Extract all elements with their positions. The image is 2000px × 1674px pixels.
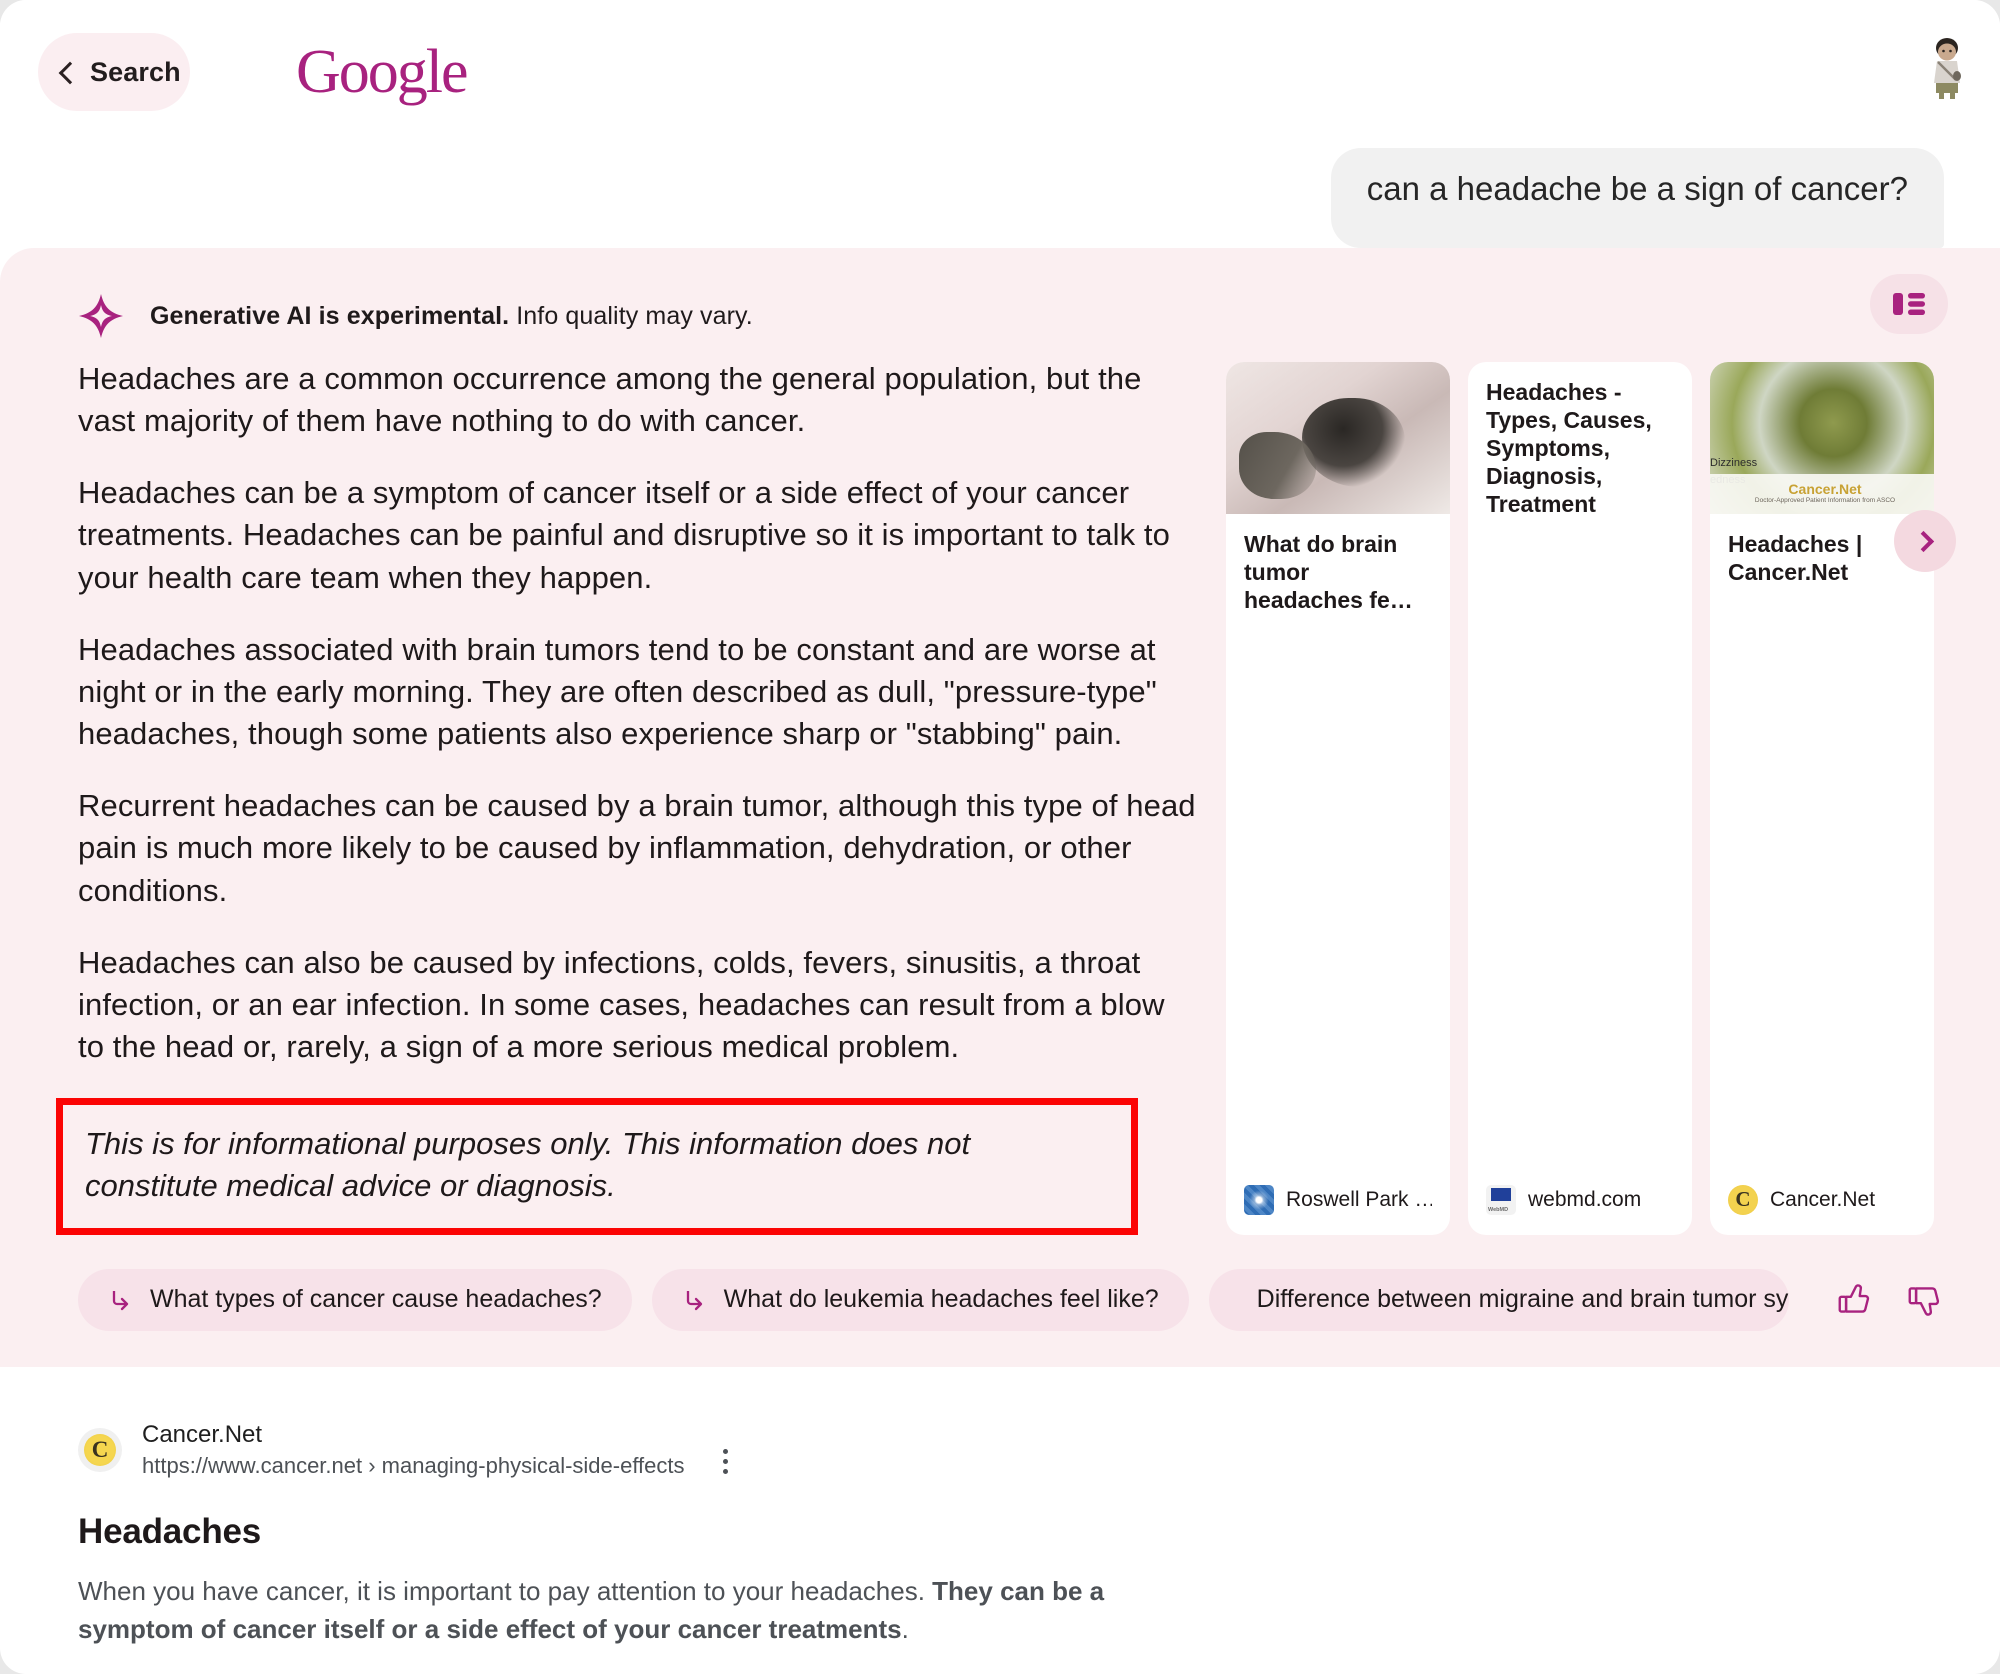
back-to-search-button[interactable]: Search	[38, 33, 190, 111]
medical-disclaimer-highlight-box: This is for informational purposes only.…	[56, 1098, 1138, 1235]
user-avatar[interactable]	[1924, 30, 1970, 100]
back-to-search-label: Search	[90, 56, 181, 87]
roswell-park-favicon-icon	[1244, 1184, 1274, 1215]
source-card-title: Headaches | Cancer.Net	[1728, 531, 1863, 586]
source-card[interactable]: What do brain tumor headaches fe… Roswel…	[1226, 362, 1450, 1235]
ai-paragraph-1: Headaches are a common occurrence among …	[78, 361, 1142, 439]
search-results-section: C Cancer.Net https://www.cancer.net › ma…	[0, 1366, 2000, 1649]
ai-note-bold: Generative AI is experimental.	[150, 301, 510, 330]
source-card[interactable]: Dizzinessedness Cancer.Net Doctor-Approv…	[1710, 362, 1934, 1235]
cancernet-favicon-icon: C	[1728, 1184, 1758, 1215]
source-card-image	[1226, 362, 1450, 514]
source-card-title: Headaches - Types, Causes, Symptoms, Dia…	[1486, 379, 1652, 518]
webmd-favicon-icon	[1486, 1184, 1516, 1215]
source-card-body: Headaches - Types, Causes, Symptoms, Dia…	[1468, 362, 1692, 1167]
source-card-site: Roswell Park …	[1286, 1187, 1432, 1211]
followup-chip-label: What do leukemia headaches feel like?	[723, 1285, 1159, 1313]
ai-experimental-note: Generative AI is experimental. Info qual…	[150, 302, 753, 331]
followup-chip[interactable]: Difference between migraine and brain tu…	[1208, 1268, 1789, 1331]
followup-chip[interactable]: What types of cancer cause headaches?	[78, 1268, 632, 1331]
ai-paragraph-4: Recurrent headaches can be caused by a b…	[78, 788, 1196, 908]
medical-disclaimer-text: This is for informational purposes only.…	[85, 1126, 971, 1204]
result-url: https://www.cancer.net › managing-physic…	[142, 1452, 685, 1478]
ai-paragraph-2: Headaches can be a symptom of cancer its…	[78, 475, 1170, 595]
ai-paragraph-5: Headaches can also be caused by infectio…	[78, 944, 1165, 1065]
image-overlay-title: Cancer.Net	[1788, 481, 1862, 498]
layout-list-icon	[1893, 293, 1925, 315]
cards-next-arrow-button[interactable]	[1894, 510, 1956, 572]
ai-answer-text: Headaches are a common occurrence among …	[56, 358, 1198, 1235]
layout-view-toggle-button[interactable]	[1870, 274, 1948, 334]
result-snippet: When you have cancer, it is important to…	[78, 1572, 1198, 1649]
image-overlay-subtitle: Doctor-Approved Patient Information from…	[1754, 497, 1896, 505]
source-card-footer: C Cancer.Net	[1710, 1167, 1934, 1235]
result-header[interactable]: C Cancer.Net https://www.cancer.net › ma…	[78, 1419, 2000, 1482]
source-card-title: What do brain tumor headaches fe…	[1244, 531, 1413, 614]
source-card-body: What do brain tumor headaches fe…	[1226, 514, 1450, 1167]
followup-arrow-icon	[686, 1290, 702, 1310]
result-title-link[interactable]: Headaches	[78, 1512, 2000, 1552]
ai-disclaimer-row: Generative AI is experimental. Info qual…	[0, 248, 2000, 340]
ai-paragraph-3: Headaches associated with brain tumors t…	[78, 631, 1157, 752]
feedback-buttons	[1835, 1281, 1943, 1319]
followup-chips-row: What types of cancer cause headaches? Wh…	[0, 1235, 2000, 1331]
favicon-letter: C	[84, 1434, 116, 1467]
source-card[interactable]: Headaches - Types, Causes, Symptoms, Dia…	[1468, 362, 1692, 1235]
followup-arrow-icon	[112, 1290, 129, 1310]
google-logo: Google	[296, 38, 469, 106]
sparkle-icon	[79, 294, 123, 338]
chevron-left-icon	[58, 61, 82, 84]
ai-overview-panel: Generative AI is experimental. Info qual…	[0, 248, 2000, 1367]
thumbs-down-icon[interactable]	[1905, 1281, 1943, 1319]
result-site-block: Cancer.Net https://www.cancer.net › mana…	[142, 1419, 685, 1482]
followup-chip-label: What types of cancer cause headaches?	[150, 1285, 602, 1313]
source-cards-carousel: What do brain tumor headaches fe… Roswel…	[1226, 358, 1956, 1235]
query-row: can a headache be a sign of cancer?	[0, 148, 2000, 248]
result-options-kebab-icon[interactable]	[717, 1445, 734, 1478]
snippet-tail: .	[901, 1614, 909, 1645]
chevron-right-icon	[1912, 530, 1934, 552]
followup-chip-label: Difference between migraine and brain tu…	[1256, 1285, 1789, 1313]
cancernet-favicon-icon: C	[78, 1428, 122, 1473]
user-query-bubble: can a headache be a sign of cancer?	[1330, 148, 1944, 248]
source-card-body: Headaches | Cancer.Net	[1710, 514, 1934, 1167]
screen: Search Google can a headache be a sign o…	[0, 0, 2000, 1674]
app-header: Search Google	[0, 0, 2000, 148]
ai-body: Headaches are a common occurrence among …	[0, 340, 2000, 1235]
thumbs-up-icon[interactable]	[1835, 1281, 1873, 1319]
followup-chip[interactable]: What do leukemia headaches feel like?	[651, 1268, 1189, 1331]
snippet-plain: When you have cancer, it is important to…	[78, 1575, 933, 1606]
source-card-footer: Roswell Park …	[1226, 1167, 1450, 1235]
source-card-footer: webmd.com	[1468, 1167, 1692, 1235]
ai-note-light: Info quality may vary.	[509, 301, 753, 330]
image-overlay-band: Cancer.Net Doctor-Approved Patient Infor…	[1710, 474, 1934, 514]
browser-frame: Search Google can a headache be a sign o…	[0, 0, 2000, 1674]
result-site-name: Cancer.Net	[142, 1420, 263, 1448]
source-card-site: webmd.com	[1528, 1187, 1642, 1211]
source-card-site: Cancer.Net	[1770, 1187, 1876, 1211]
source-card-image: Dizzinessedness Cancer.Net Doctor-Approv…	[1710, 362, 1934, 514]
